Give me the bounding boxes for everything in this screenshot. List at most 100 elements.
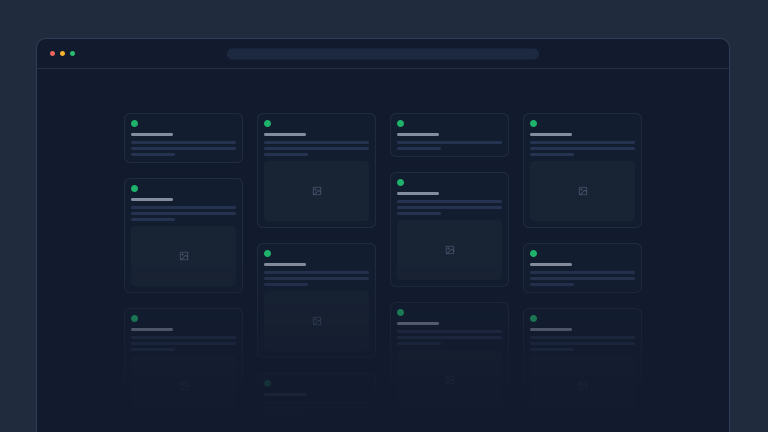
status-dot-icon xyxy=(264,250,271,257)
card-title-skeleton xyxy=(530,263,572,266)
image-icon xyxy=(179,251,189,261)
card-text-skeleton xyxy=(131,141,236,144)
card-text-skeleton xyxy=(264,401,369,404)
card-text-skeleton xyxy=(530,342,635,345)
card-text-skeleton xyxy=(131,218,175,221)
traffic-light-minimize-button[interactable] xyxy=(60,51,65,56)
card-title-skeleton xyxy=(264,263,306,266)
browser-window xyxy=(36,38,730,432)
card-text-skeleton xyxy=(397,147,441,150)
card-image-placeholder xyxy=(530,356,635,416)
card-text-skeleton xyxy=(530,336,635,339)
card[interactable] xyxy=(124,178,243,293)
card-text-skeleton xyxy=(131,336,236,339)
traffic-light-zoom-button[interactable] xyxy=(70,51,75,56)
image-icon xyxy=(312,186,322,196)
card-text-skeleton xyxy=(530,348,574,351)
card-title-skeleton xyxy=(530,328,572,331)
status-dot-icon xyxy=(131,120,138,127)
card-text-skeleton xyxy=(397,342,441,345)
status-dot-icon xyxy=(530,120,537,127)
card-text-skeleton xyxy=(530,271,635,274)
card-text-skeleton xyxy=(530,277,635,280)
status-dot-icon xyxy=(397,179,404,186)
card[interactable] xyxy=(257,243,376,358)
browser-titlebar xyxy=(37,39,729,69)
status-dot-icon xyxy=(397,309,404,316)
status-dot-icon xyxy=(530,315,537,322)
card-text-skeleton xyxy=(264,147,369,150)
card-text-skeleton xyxy=(397,200,502,203)
card-image-placeholder xyxy=(397,350,502,410)
card[interactable] xyxy=(390,113,509,157)
card-text-skeleton xyxy=(264,277,369,280)
card-text-skeleton xyxy=(530,147,635,150)
card-title-skeleton xyxy=(131,328,173,331)
card[interactable] xyxy=(390,172,509,287)
card-image-placeholder xyxy=(264,291,369,351)
desktop-background: { "meta": { "app_title": "", "descriptio… xyxy=(0,0,768,432)
card-title-skeleton xyxy=(264,133,306,136)
card-text-skeleton xyxy=(131,348,175,351)
card-image-placeholder xyxy=(264,161,369,221)
card[interactable] xyxy=(390,302,509,417)
card-text-skeleton xyxy=(397,336,502,339)
card-title-skeleton xyxy=(131,133,173,136)
status-dot-icon xyxy=(264,120,271,127)
card-image-placeholder xyxy=(131,226,236,286)
card[interactable] xyxy=(257,113,376,228)
card-text-skeleton xyxy=(264,153,308,156)
card-image-placeholder xyxy=(397,220,502,280)
card[interactable] xyxy=(257,373,376,432)
card-text-skeleton xyxy=(397,141,502,144)
card-text-skeleton xyxy=(264,271,369,274)
feed-column-3 xyxy=(390,113,509,432)
feed-column-4 xyxy=(523,113,642,432)
traffic-lights xyxy=(50,51,75,56)
traffic-light-close-button[interactable] xyxy=(50,51,55,56)
card[interactable] xyxy=(124,308,243,423)
status-dot-icon xyxy=(131,315,138,322)
card-text-skeleton xyxy=(530,153,574,156)
status-dot-icon xyxy=(131,185,138,192)
card-title-skeleton xyxy=(131,198,173,201)
address-bar[interactable] xyxy=(227,48,539,59)
card-title-skeleton xyxy=(264,393,306,396)
card-title-skeleton xyxy=(397,192,439,195)
image-icon xyxy=(312,316,322,326)
card-text-skeleton xyxy=(530,141,635,144)
card-title-skeleton xyxy=(397,322,439,325)
card[interactable] xyxy=(523,308,642,423)
card-text-skeleton xyxy=(264,141,369,144)
image-icon xyxy=(578,186,588,196)
card[interactable] xyxy=(523,243,642,293)
card-text-skeleton xyxy=(397,206,502,209)
card-text-skeleton xyxy=(131,342,236,345)
feed-column-2 xyxy=(257,113,376,432)
card-text-skeleton xyxy=(264,283,308,286)
image-icon xyxy=(445,375,455,385)
card-text-skeleton xyxy=(397,330,502,333)
card[interactable] xyxy=(523,113,642,228)
card-text-skeleton xyxy=(131,212,236,215)
status-dot-icon xyxy=(264,380,271,387)
status-dot-icon xyxy=(530,250,537,257)
card-title-skeleton xyxy=(530,133,572,136)
card-text-skeleton xyxy=(530,283,574,286)
card-feed xyxy=(37,69,729,432)
card-text-skeleton xyxy=(264,413,308,416)
status-dot-icon xyxy=(397,120,404,127)
card-image-placeholder xyxy=(530,161,635,221)
card-text-skeleton xyxy=(131,206,236,209)
card-title-skeleton xyxy=(397,133,439,136)
card-text-skeleton xyxy=(264,407,369,410)
image-icon xyxy=(578,381,588,391)
card-text-skeleton xyxy=(131,147,236,150)
card-text-skeleton xyxy=(397,212,441,215)
card[interactable] xyxy=(124,113,243,163)
card-image-placeholder xyxy=(131,356,236,416)
image-icon xyxy=(179,381,189,391)
card-image-placeholder xyxy=(264,421,369,432)
card-text-skeleton xyxy=(131,153,175,156)
feed-column-1 xyxy=(124,113,243,432)
